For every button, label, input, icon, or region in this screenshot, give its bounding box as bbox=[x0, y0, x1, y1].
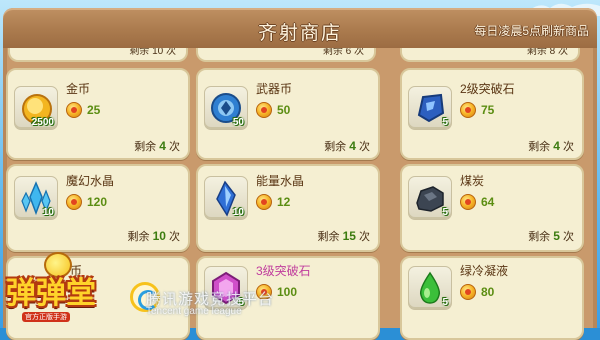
item-price: 75 bbox=[481, 103, 495, 117]
currency-coin-icon bbox=[66, 194, 82, 210]
item-quantity: 10 bbox=[42, 207, 54, 218]
item-name: 绿冷凝液 bbox=[460, 264, 509, 278]
item-price: 100 bbox=[277, 285, 298, 299]
partial-card-top-1: 剩余 10 次 bbox=[8, 48, 188, 62]
currency-coin-icon bbox=[66, 102, 82, 118]
game-logo-subtitle: 官方正版手游 bbox=[22, 312, 70, 322]
item-name: 2级突破石 bbox=[460, 82, 515, 96]
remaining-count: 剩余 15 次 bbox=[317, 229, 370, 243]
shop-header: 齐射商店 每日凌晨5点刷新商品 bbox=[3, 8, 597, 48]
remaining-count: 剩余 5 次 bbox=[528, 229, 574, 243]
shop-item-green-condensate[interactable]: 5 绿冷凝液 80 bbox=[400, 256, 584, 340]
shop-item-coal[interactable]: 5 煤炭 64 剩余 5 次 bbox=[400, 164, 584, 252]
shop-item-breakthrough-stone-lv2[interactable]: 5 2级突破石 75 剩余 4 次 bbox=[400, 68, 584, 160]
item-icon-slot: 50 bbox=[204, 86, 248, 130]
item-icon-slot: 5 bbox=[408, 266, 452, 310]
partial-card-top-3: 剩余 8 次 bbox=[400, 48, 580, 62]
item-quantity: 2500 bbox=[31, 117, 54, 128]
remaining-count: 剩余 10 次 bbox=[127, 229, 180, 243]
partial-card-top-2: 剩余 6 次 bbox=[196, 48, 376, 62]
currency-coin-icon bbox=[460, 194, 476, 210]
item-price: 120 bbox=[87, 195, 108, 209]
item-quantity: 10 bbox=[232, 207, 244, 218]
currency-coin-icon bbox=[256, 194, 272, 210]
remaining-count: 剩余 4 次 bbox=[134, 139, 180, 153]
remaining-count: 剩余 4 次 bbox=[528, 139, 574, 153]
refresh-note: 每日凌晨5点刷新商品 bbox=[474, 24, 589, 38]
item-quantity: 5 bbox=[442, 207, 448, 218]
shop-item-gold-coin[interactable]: 2500 金币 25 剩余 4 次 bbox=[6, 68, 190, 160]
currency-coin-icon bbox=[460, 284, 476, 300]
item-icon-slot: 5 bbox=[408, 176, 452, 220]
currency-coin-icon bbox=[460, 102, 476, 118]
item-name: 魔幻水晶 bbox=[66, 174, 115, 188]
item-price: 12 bbox=[277, 195, 291, 209]
item-icon-slot: 5 bbox=[408, 86, 452, 130]
currency-coin-icon bbox=[256, 102, 272, 118]
item-name: 3级突破石 bbox=[256, 264, 311, 278]
shop-item-magic-crystal[interactable]: 10 魔幻水晶 120 剩余 10 次 bbox=[6, 164, 190, 252]
item-name: 金币 bbox=[66, 82, 91, 96]
item-price: 80 bbox=[481, 285, 495, 299]
shop-item-energy-crystal[interactable]: 10 能量水晶 12 剩余 15 次 bbox=[196, 164, 380, 252]
item-quantity: 5 bbox=[442, 117, 448, 128]
item-icon-slot: 2500 bbox=[14, 86, 58, 130]
item-name: 煤炭 bbox=[460, 174, 485, 188]
item-price: 50 bbox=[277, 103, 291, 117]
item-price: 64 bbox=[481, 195, 495, 209]
item-icon-slot: 10 bbox=[204, 176, 248, 220]
item-quantity: 50 bbox=[232, 117, 244, 128]
remaining-count: 剩余 4 次 bbox=[324, 139, 370, 153]
item-icon-slot: 10 bbox=[14, 176, 58, 220]
item-name: 武器币 bbox=[256, 82, 293, 96]
item-price: 25 bbox=[87, 103, 101, 117]
watermark-subtext: Tencent game league bbox=[146, 306, 242, 317]
item-quantity: 5 bbox=[442, 297, 448, 308]
game-logo: 弹弹堂 bbox=[6, 276, 96, 311]
item-name: 能量水晶 bbox=[256, 174, 305, 188]
shop-item-weapon-coin[interactable]: 50 武器币 50 剩余 4 次 bbox=[196, 68, 380, 160]
